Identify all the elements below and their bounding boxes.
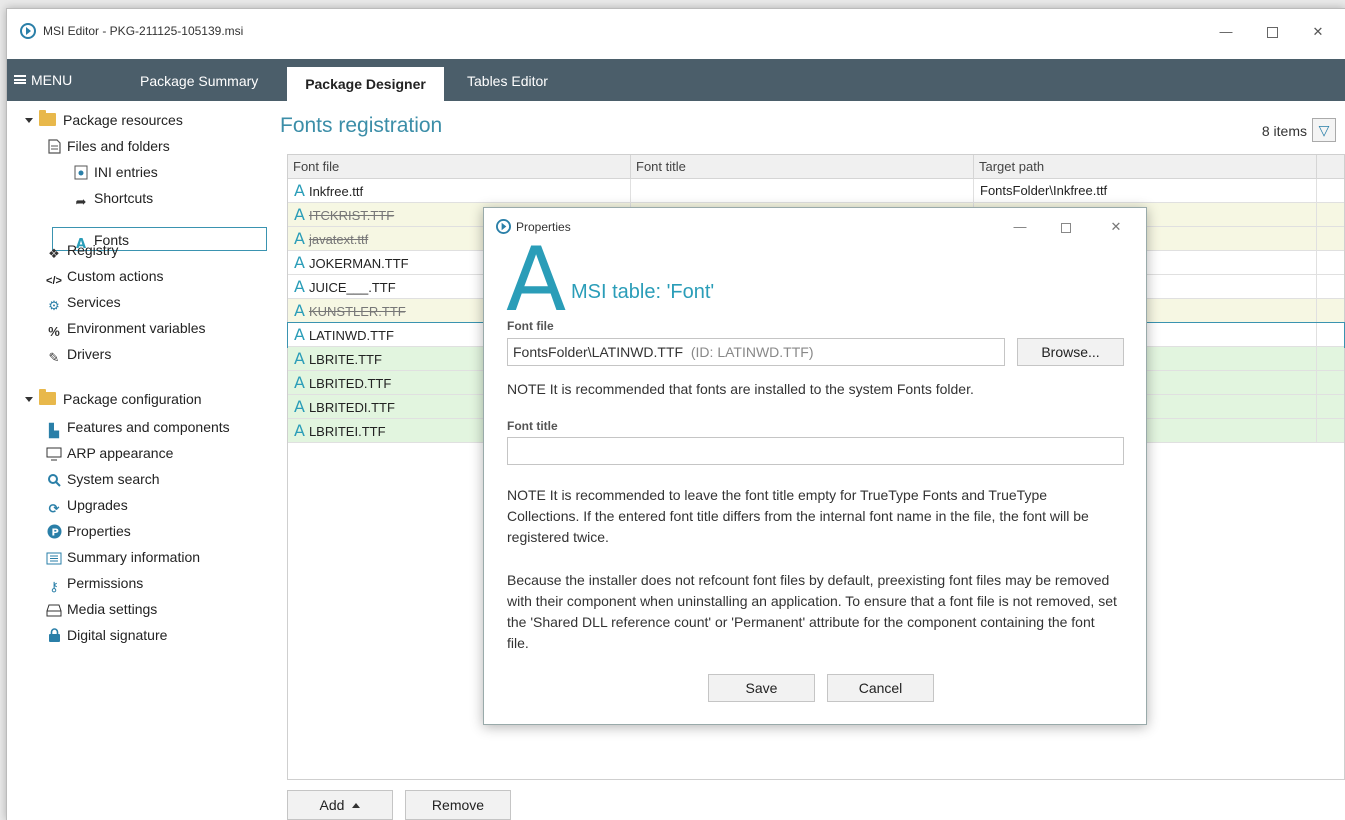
remove-button[interactable]: Remove [405, 790, 511, 820]
caret-up-icon [352, 803, 361, 808]
refresh-icon: ⟳ [48, 501, 60, 516]
sidebar-item-environment-variables[interactable]: % Environment variables [46, 316, 205, 340]
font-a-icon: A [294, 325, 305, 344]
window-title: MSI Editor - PKG-211125-105139.msi [43, 24, 244, 38]
lock-icon [46, 628, 62, 644]
code-icon: </> [46, 275, 62, 287]
search-icon [46, 473, 62, 489]
save-button[interactable]: Save [708, 674, 815, 702]
tree-group-package-configuration[interactable]: Package configuration [25, 387, 202, 411]
font-file-label: Font file [507, 319, 554, 333]
close-button[interactable]: ✕ [1295, 19, 1341, 45]
font-title-label: Font title [507, 419, 558, 433]
maximize-button[interactable] [1249, 19, 1295, 45]
minimize-button[interactable]: — [1203, 19, 1249, 45]
font-title-input[interactable] [507, 437, 1124, 465]
font-a-icon: A [294, 397, 305, 416]
driver-icon: ✎ [48, 350, 60, 365]
font-a-icon: A [294, 373, 305, 392]
dialog-close-button[interactable]: ✕ [1096, 215, 1136, 239]
font-title-note: NOTE It is recommended to leave the font… [507, 487, 1089, 545]
font-a-icon: A [294, 181, 305, 200]
page-title: Fonts registration [280, 114, 443, 137]
tab-tables-editor[interactable]: Tables Editor [467, 73, 548, 89]
font-file-input[interactable]: FontsFolder\LATINWD.TTF (ID: LATINWD.TTF… [507, 338, 1005, 366]
app-logo-icon [20, 23, 36, 39]
folder-icon [39, 389, 56, 405]
menu-button[interactable]: MENU [14, 72, 72, 88]
ini-file-icon [73, 165, 89, 181]
gear-icon: ⚙ [48, 298, 60, 313]
sidebar-item-permissions[interactable]: ⚷ Permissions [46, 571, 143, 595]
sidebar-item-upgrades[interactable]: ⟳ Upgrades [46, 493, 128, 517]
percent-icon: % [48, 324, 60, 339]
filter-icon: ▽ [1318, 122, 1330, 138]
hamburger-icon [14, 75, 26, 84]
font-a-large-icon: A [506, 228, 567, 331]
items-count: 8 items [1261, 123, 1307, 139]
column-header-font-title[interactable]: Font title [631, 155, 974, 179]
main-navbar: MENU Package Summary Package Designer Ta… [7, 59, 1345, 101]
font-a-icon: A [294, 253, 305, 272]
table-row[interactable]: A Inkfree.ttf FontsFolder\Inkfree.ttf [288, 179, 1344, 203]
expand-caret-icon[interactable] [25, 397, 33, 402]
tab-package-summary[interactable]: Package Summary [140, 73, 258, 89]
key-user-icon: ⚷ [49, 579, 59, 594]
sidebar-item-system-search[interactable]: System search [46, 467, 160, 491]
dialog-heading: MSI table: 'Font' [571, 281, 715, 303]
sidebar-item-files-and-folders[interactable]: Files and folders [46, 134, 170, 158]
sidebar-item-features-and-components[interactable]: ▙ Features and components [46, 415, 230, 439]
font-a-icon: A [294, 277, 305, 296]
browse-button[interactable]: Browse... [1017, 338, 1124, 366]
font-file-note: NOTE It is recommended that fonts are in… [507, 381, 974, 397]
sidebar-item-arp-appearance[interactable]: ARP appearance [46, 441, 173, 465]
sidebar-item-services[interactable]: ⚙ Services [46, 290, 121, 314]
sidebar-item-media-settings[interactable]: Media settings [46, 597, 157, 621]
sidebar-item-registry[interactable]: ❖ Registry [46, 238, 118, 262]
tree-group-package-resources[interactable]: Package resources [25, 108, 183, 132]
sidebar-item-shortcuts[interactable]: ➦ Shortcuts [73, 186, 154, 210]
shortcut-arrow-icon: ➦ [75, 194, 87, 209]
sidebar-item-drivers[interactable]: ✎ Drivers [46, 342, 112, 366]
refcount-note: Because the installer does not refcount … [507, 572, 1117, 651]
sidebar-item-digital-signature[interactable]: Digital signature [46, 623, 167, 647]
dialog-minimize-button[interactable]: — [1000, 215, 1040, 239]
menu-label: MENU [31, 72, 73, 88]
add-button[interactable]: Add [287, 790, 393, 820]
properties-dialog: Properties — ✕ A MSI table: 'Font' Font … [483, 207, 1147, 725]
sidebar-item-custom-actions[interactable]: </> Custom actions [46, 264, 163, 288]
sidebar-item-ini-entries[interactable]: INI entries [73, 160, 158, 184]
monitor-icon [46, 447, 62, 463]
title-bar: MSI Editor - PKG-211125-105139.msi — ✕ [7, 9, 1345, 59]
maximize-icon [1061, 222, 1071, 233]
list-icon [46, 552, 62, 568]
folder-icon [39, 110, 56, 126]
font-a-icon: A [294, 349, 305, 368]
font-a-icon: A [294, 229, 305, 248]
font-a-icon: A [294, 205, 305, 224]
expand-caret-icon[interactable] [25, 118, 33, 123]
drive-icon [46, 604, 62, 620]
tab-package-designer[interactable]: Package Designer [287, 67, 444, 101]
maximize-icon [1266, 27, 1278, 39]
sidebar-tree: Package resources Files and folders INI … [7, 101, 273, 820]
file-icon [46, 139, 62, 155]
table-header: Font file Font title Target path [288, 155, 1344, 179]
font-a-icon: A [294, 301, 305, 320]
column-header-font-file[interactable]: Font file [288, 155, 631, 179]
registry-cubes-icon: ❖ [48, 246, 60, 261]
svg-text:P: P [51, 528, 58, 539]
cancel-button[interactable]: Cancel [827, 674, 934, 702]
filter-button[interactable]: ▽ [1312, 118, 1336, 142]
column-header-target-path[interactable]: Target path [974, 155, 1317, 179]
dialog-maximize-button[interactable] [1046, 215, 1086, 239]
sidebar-item-summary-information[interactable]: Summary information [46, 545, 200, 569]
font-a-icon: A [294, 421, 305, 440]
puzzle-icon: ▙ [49, 423, 59, 438]
sidebar-item-properties[interactable]: P Properties [46, 519, 131, 543]
p-circle-icon: P [46, 524, 62, 540]
